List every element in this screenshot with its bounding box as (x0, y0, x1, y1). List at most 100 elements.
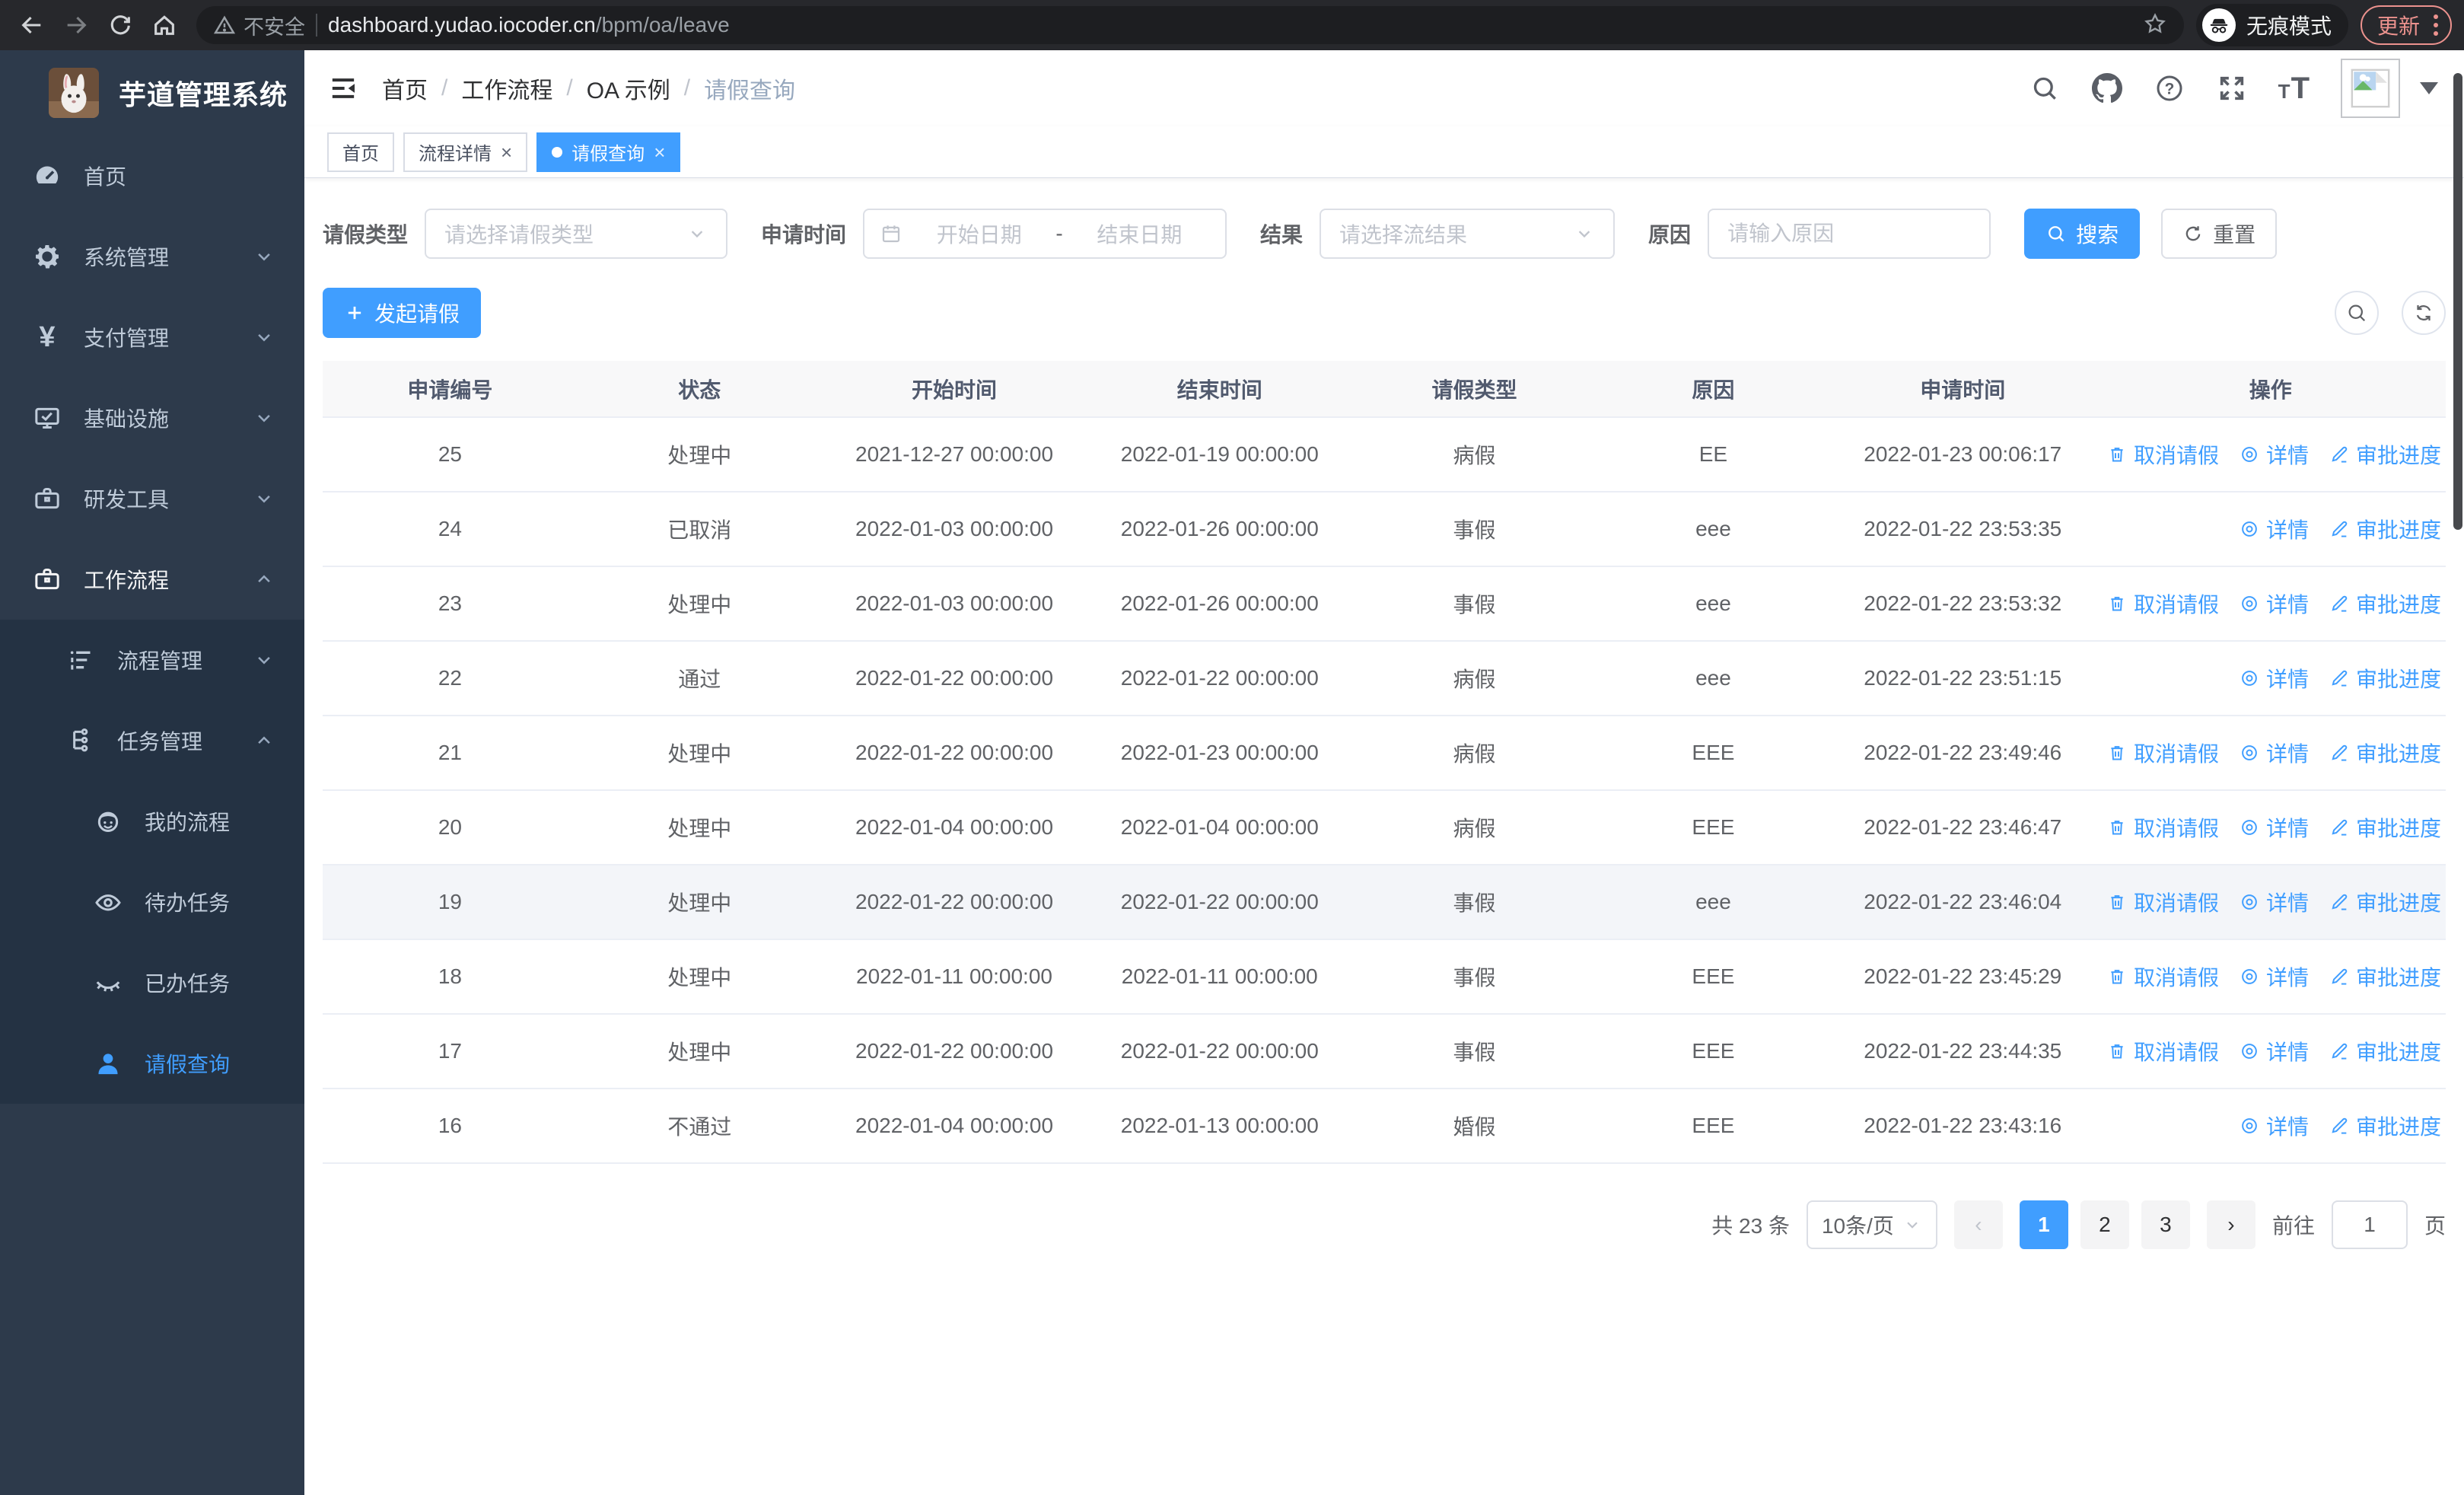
action-progress[interactable]: 审批进度 (2329, 1111, 2441, 1141)
warning-triangle-icon (213, 15, 236, 34)
date-range-picker[interactable]: 开始日期 - 结束日期 (863, 209, 1227, 259)
next-page-button[interactable]: › (2206, 1200, 2255, 1249)
sidebar-item-workflow[interactable]: 工作流程 (0, 539, 304, 620)
sidebar-item-infra[interactable]: 基础设施 (0, 378, 304, 458)
action-detail[interactable]: 详情 (2239, 961, 2309, 992)
action-detail[interactable]: 详情 (2239, 1036, 2309, 1066)
action-detail[interactable]: 详情 (2239, 812, 2309, 843)
browser-back-button[interactable] (12, 5, 52, 45)
avatar[interactable] (2341, 59, 2400, 118)
chevron-down-icon (1578, 231, 1590, 238)
action-detail[interactable]: 详情 (2239, 439, 2309, 470)
logo-row[interactable]: 芋道管理系统 (0, 50, 304, 135)
prev-page-button[interactable]: ‹ (1953, 1200, 2003, 1249)
action-detail[interactable]: 详情 (2239, 663, 2309, 693)
search-button[interactable]: 搜索 (2024, 209, 2141, 259)
bookmark-star-icon[interactable] (2143, 11, 2167, 40)
sidebar-item-leave-query[interactable]: 请假查询 (0, 1023, 304, 1104)
create-leave-button[interactable]: 发起请假 (323, 288, 482, 338)
close-icon[interactable]: × (654, 142, 665, 162)
action-detail[interactable]: 详情 (2239, 738, 2309, 768)
sidebar-menu: 首页系统管理 ¥ 支付管理 基础设施 研发工具 工作流程 流程管理 任务管理 我的流程 待办任务已… (0, 135, 304, 1104)
page-size-select[interactable]: 10条/页 (1806, 1200, 1937, 1249)
action-cancel[interactable]: 取消请假 (2106, 439, 2219, 470)
url-text[interactable]: dashboard.yudao.iocoder.cn/bpm/oa/leave (328, 13, 2132, 37)
sidebar-item-done-task[interactable]: 已办任务 (0, 942, 304, 1023)
sidebar-item-task-mgmt[interactable]: 任务管理 (0, 700, 304, 781)
browser-menu-icon[interactable] (2434, 14, 2438, 36)
filter-leave-type: 请假类型 请选择请假类型 (323, 209, 728, 259)
browser-home-button[interactable] (145, 5, 184, 45)
action-cancel[interactable]: 取消请假 (2106, 812, 2219, 843)
action-progress[interactable]: 审批进度 (2329, 812, 2441, 843)
address-bar[interactable]: 不安全 dashboard.yudao.iocoder.cn/bpm/oa/le… (196, 6, 2184, 44)
action-cancel[interactable]: 取消请假 (2106, 887, 2219, 917)
action-progress[interactable]: 审批进度 (2329, 588, 2441, 619)
detail-icon (2239, 518, 2260, 540)
action-progress[interactable]: 审批进度 (2329, 961, 2441, 992)
action-label: 详情 (2265, 742, 2309, 766)
tab-label: 请假查询 (571, 144, 645, 164)
action-cancel[interactable]: 取消请假 (2106, 588, 2219, 619)
security-warning[interactable]: 不安全 (213, 11, 305, 40)
cell-status: 通过 (577, 641, 822, 716)
action-cancel[interactable]: 取消请假 (2106, 1036, 2219, 1066)
close-icon[interactable]: × (501, 142, 512, 162)
page-button-2[interactable]: 2 (2080, 1200, 2129, 1249)
sidebar-item-payment[interactable]: ¥ 支付管理 (0, 297, 304, 378)
action-detail[interactable]: 详情 (2239, 1111, 2309, 1141)
sidebar-item-system[interactable]: 系统管理 (0, 216, 304, 297)
sidebar-collapse-icon[interactable] (324, 69, 362, 107)
leave-type-select[interactable]: 请选择请假类型 (425, 209, 728, 259)
end-date-input[interactable]: 结束日期 (1069, 218, 1210, 249)
page-button-3[interactable]: 3 (2141, 1200, 2190, 1249)
browser-reload-button[interactable] (100, 5, 140, 45)
github-icon[interactable] (2091, 72, 2123, 104)
action-detail[interactable]: 详情 (2239, 588, 2309, 619)
result-select[interactable]: 请选择流结果 (1320, 209, 1616, 259)
action-cancel[interactable]: 取消请假 (2106, 961, 2219, 992)
sidebar-item-my-process[interactable]: 我的流程 (0, 781, 304, 862)
action-detail[interactable]: 详情 (2239, 514, 2309, 544)
tab-home[interactable]: 首页 (327, 132, 394, 172)
page-button-1[interactable]: 1 (2019, 1200, 2068, 1249)
breadcrumb-item[interactable]: OA 示例 (587, 72, 670, 105)
browser-forward-button[interactable] (56, 5, 96, 45)
action-detail[interactable]: 详情 (2239, 887, 2309, 917)
breadcrumb-item[interactable]: 工作流程 (461, 72, 552, 105)
breadcrumb-item[interactable]: 首页 (382, 72, 428, 105)
filter-apply-time: 申请时间 开始日期 - 结束日期 (761, 209, 1227, 259)
tab-process-detail[interactable]: 流程详情 × (403, 132, 528, 172)
tab-leave-query[interactable]: 请假查询 × (536, 132, 681, 172)
refresh-table-button[interactable] (2402, 291, 2446, 335)
reset-button[interactable]: 重置 (2161, 209, 2278, 259)
show-search-button[interactable] (2335, 291, 2379, 335)
sidebar-item-todo-task[interactable]: 待办任务 (0, 862, 304, 942)
action-progress[interactable]: 审批进度 (2329, 439, 2441, 470)
fullscreen-icon[interactable] (2216, 72, 2248, 104)
start-date-input[interactable]: 开始日期 (909, 218, 1049, 249)
navbar-actions: ? TT (2029, 59, 2438, 118)
sidebar-item-devtools[interactable]: 研发工具 (0, 458, 304, 539)
reason-input[interactable] (1708, 209, 1991, 259)
filter-reason: 原因 (1648, 209, 1991, 259)
action-progress[interactable]: 审批进度 (2329, 738, 2441, 768)
font-size-icon[interactable]: TT (2278, 72, 2310, 106)
action-progress[interactable]: 审批进度 (2329, 663, 2441, 693)
search-icon[interactable] (2029, 72, 2061, 104)
help-icon[interactable]: ? (2154, 72, 2185, 104)
cell-apply-time: 2022-01-22 23:53:35 (1829, 492, 2096, 567)
sidebar-item-process-mgmt[interactable]: 流程管理 (0, 620, 304, 700)
cell-actions: 取消请假 详情 审批进度 (2095, 716, 2446, 791)
sidebar-item-home[interactable]: 首页 (0, 135, 304, 216)
browser-update-button[interactable]: 更新 (2360, 5, 2452, 45)
scrollbar-thumb[interactable] (2453, 73, 2462, 530)
action-label: 审批进度 (2355, 444, 2441, 467)
action-progress[interactable]: 审批进度 (2329, 514, 2441, 544)
goto-page-input[interactable] (2331, 1200, 2408, 1249)
avatar-dropdown-icon[interactable] (2420, 82, 2438, 94)
action-cancel[interactable]: 取消请假 (2106, 738, 2219, 768)
action-progress[interactable]: 审批进度 (2329, 1036, 2441, 1066)
action-progress[interactable]: 审批进度 (2329, 887, 2441, 917)
sidebar-item-label: 首页 (84, 165, 127, 189)
